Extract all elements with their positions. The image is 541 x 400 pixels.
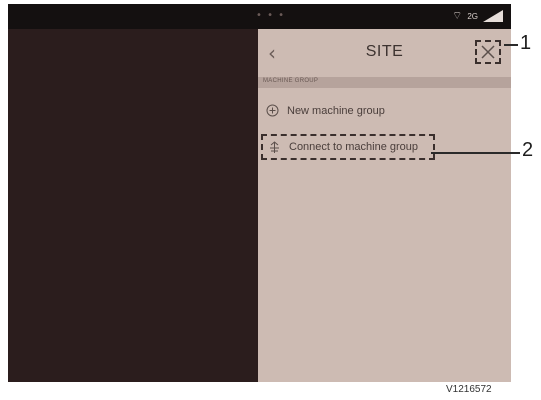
- status-dots: • • •: [256, 10, 286, 21]
- status-indicators: ⌔ 2G: [452, 9, 503, 23]
- close-button[interactable]: [475, 40, 501, 64]
- signal-strength-icon: [483, 10, 503, 22]
- page-title: SITE: [365, 43, 404, 60]
- close-icon: [481, 45, 495, 59]
- dimmed-background[interactable]: [8, 29, 258, 382]
- callout-line-1: [504, 44, 518, 46]
- connect-icon: [270, 140, 279, 153]
- figure-code: V1216572: [446, 384, 492, 395]
- add-circle-icon: [266, 104, 279, 117]
- status-bar: • • • ⌔ 2G: [8, 4, 511, 29]
- menu-item-label: New machine group: [287, 104, 385, 117]
- new-machine-group-item[interactable]: New machine group: [266, 104, 385, 117]
- callout-line-2: [431, 152, 520, 154]
- callout-number-1: 1: [520, 32, 532, 54]
- section-header: MACHINE GROUP: [258, 77, 511, 88]
- menu-item-label: Connect to machine group: [289, 141, 419, 153]
- connect-machine-group-item[interactable]: Connect to machine group: [261, 134, 435, 160]
- panel-header: ‹ SITE: [258, 29, 511, 77]
- tablet-screen: • • • ⌔ 2G ‹ SITE MACHINE GROUP New mach…: [8, 4, 511, 382]
- network-type-label: 2G: [467, 11, 478, 21]
- callout-number-2: 2: [522, 139, 534, 161]
- wifi-icon: ⌔: [451, 9, 463, 22]
- site-panel: ‹ SITE MACHINE GROUP New machine group C…: [258, 29, 511, 382]
- section-label: MACHINE GROUP: [263, 78, 319, 84]
